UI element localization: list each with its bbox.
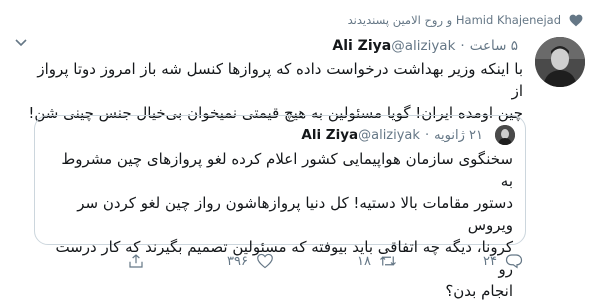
quoted-avatar-image [495,125,515,145]
separator-dot: · [460,38,465,54]
social-context: Hamid Khajenejad و روح الامین پسندیدند [0,13,595,29]
retweet-count: ۱۸ [357,253,371,269]
share-icon [129,254,143,268]
share-button[interactable] [127,253,145,269]
heart-outline-icon [257,253,273,269]
quoted-text-line: سخنگوی سازمان هواپیمایی کشور اعلام کرده … [61,150,513,190]
chevron-down-icon[interactable] [14,38,28,48]
quoted-author-handle: @aliziyak [358,127,420,143]
heart-icon [569,14,583,27]
retweet-button[interactable]: ۱۸ [357,253,397,269]
author-name[interactable]: Ali Ziya [332,38,391,54]
quoted-author-name: Ali Ziya [301,127,359,143]
avatar-image [535,37,585,87]
tweet-text-line: با اینکه وزیر بهداشت درخواست داده که پرو… [37,60,523,100]
quoted-tweet-header: Ali Ziya @aliziyak · ۲۱ ژانویه [295,126,487,144]
quoted-text-line: انجام بدن؟ [445,282,513,300]
quoted-tweet-date: ۲۱ ژانویه [434,127,483,143]
tweet-header: Ali Ziya @aliziyak · ۵ ساعت [326,37,523,55]
like-button[interactable]: ۳۹۶ [227,253,274,269]
tweet-actions: ۲۴ ۱۸ ۳۹۶ [0,253,595,273]
reply-button[interactable]: ۲۴ [483,253,523,269]
avatar[interactable] [535,37,585,87]
reply-count: ۲۴ [483,253,497,269]
reply-icon [505,254,523,269]
quoted-avatar[interactable] [495,125,515,145]
author-handle[interactable]: @aliziyak [391,38,455,54]
tweet-timestamp[interactable]: ۵ ساعت [470,38,518,54]
like-count: ۳۹۶ [227,253,248,269]
separator-dot: · [424,127,430,143]
liked-by-text[interactable]: Hamid Khajenejad و روح الامین پسندیدند [348,13,561,27]
quoted-text-line: دستور مقامات بالا دستیه! کل دنیا پروازها… [77,194,513,234]
retweet-icon [380,256,396,266]
quoted-tweet[interactable]: Ali Ziya @aliziyak · ۲۱ ژانویه سخنگوی سا… [34,115,526,300]
